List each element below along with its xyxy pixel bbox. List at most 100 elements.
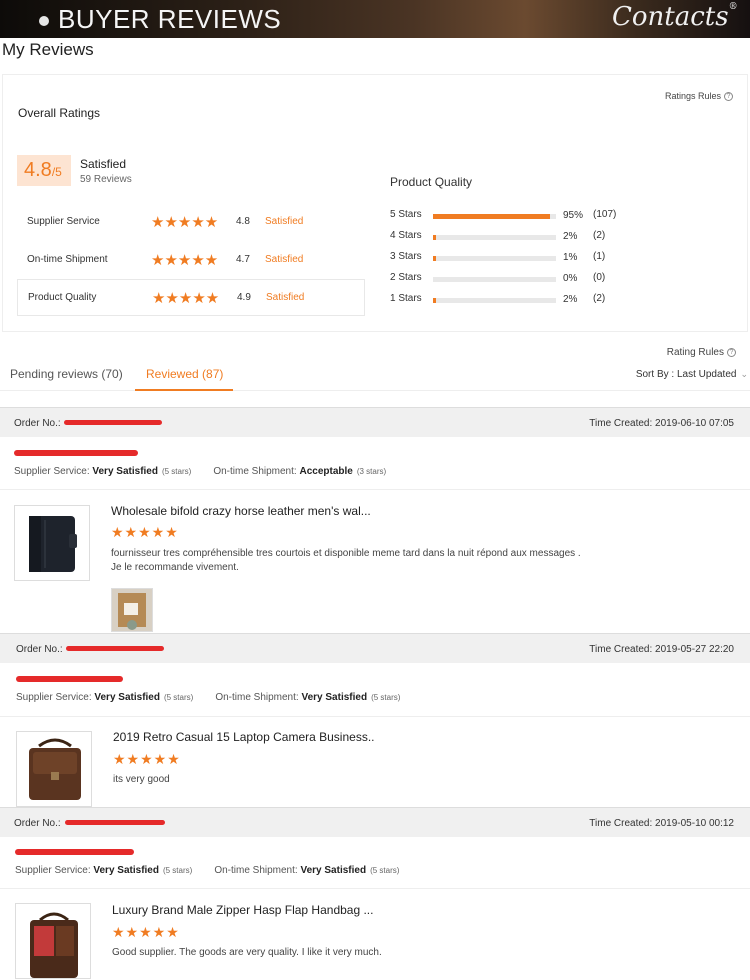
product-quality-heading: Product Quality	[390, 175, 473, 189]
distribution-count: (2)	[593, 293, 606, 304]
brand-logo: Contacts®	[612, 2, 738, 32]
active-tab-indicator	[135, 389, 233, 391]
product-star-rating: ★★★★★	[112, 924, 180, 940]
star-rating: ★★★★★	[152, 290, 220, 307]
time-created: Time Created: 2019-05-10 00:12	[589, 818, 734, 829]
tab-pending-reviews[interactable]: Pending reviews (70)	[10, 367, 123, 381]
time-created: Time Created: 2019-06-10 07:05	[589, 418, 734, 429]
overall-status: Satisfied	[80, 157, 127, 171]
order-ratings: Supplier Service: Very Satisfied (5 stars…	[15, 865, 400, 876]
reviews-count: 59 Reviews	[80, 174, 132, 185]
distribution-bar-fill	[433, 214, 550, 219]
review-text: fournisseur tres compréhensible tres cou…	[111, 548, 581, 573]
product-thumbnail[interactable]	[14, 505, 90, 581]
page-title: My Reviews	[2, 40, 94, 59]
help-icon[interactable]: ?	[724, 92, 733, 102]
product-title-link[interactable]: Luxury Brand Male Zipper Hasp Flap Handb…	[112, 903, 373, 917]
rating-status: Satisfied	[266, 292, 305, 303]
review-photo-image	[112, 589, 152, 631]
product-thumbnail[interactable]	[16, 731, 92, 807]
order-number-label: Order No.:	[14, 418, 61, 429]
star-level-label: 2 Stars	[390, 272, 422, 283]
ratings-summary-card: Overall Ratings Ratings Rules? 4.8/5 Sat…	[2, 74, 748, 332]
distribution-bar-fill	[433, 235, 436, 240]
bullet-icon	[39, 16, 49, 26]
star-level-label: 1 Stars	[390, 293, 422, 304]
rating-status: Satisfied	[265, 216, 304, 227]
distribution-bar-track	[433, 277, 556, 282]
order-header: Order No.: Time Created: 2019-05-10 00:1…	[0, 807, 750, 837]
star-level-label: 4 Stars	[390, 230, 422, 241]
order-number-label: Order No.:	[16, 644, 63, 655]
rating-row-product-quality[interactable]: Product Quality ★★★★★ 4.9 Satisfied	[17, 279, 365, 316]
star-level-label: 3 Stars	[390, 251, 422, 262]
star-rating: ★★★★★	[151, 214, 219, 231]
star-rating: ★★★★★	[151, 252, 219, 269]
quality-distribution-row: 2 Stars 0% (0)	[390, 272, 630, 286]
rating-label: Supplier Service	[27, 216, 100, 227]
order-ratings: Supplier Service: Very Satisfied (5 stars…	[14, 466, 387, 477]
product-thumbnail[interactable]	[15, 903, 91, 979]
overall-score-badge: 4.8/5	[17, 155, 71, 186]
redacted-buyer-name	[14, 450, 138, 456]
banner-title: BUYER REVIEWS	[58, 4, 282, 34]
rating-row-ontime-shipment: On-time Shipment ★★★★★ 4.7 Satisfied	[17, 242, 365, 279]
distribution-percent: 2%	[563, 231, 578, 242]
quality-distribution-row: 3 Stars 1% (1)	[390, 251, 630, 265]
rating-value: 4.9	[237, 292, 251, 303]
distribution-percent: 2%	[563, 294, 578, 305]
review-tabs: Pending reviews (70) Reviewed (87) Sort …	[0, 360, 750, 391]
distribution-count: (1)	[593, 251, 606, 262]
product-star-rating: ★★★★★	[113, 751, 181, 767]
order-ratings: Supplier Service: Very Satisfied (5 stars…	[16, 692, 401, 703]
redacted-order-number	[64, 420, 162, 425]
distribution-count: (2)	[593, 230, 606, 241]
distribution-percent: 1%	[563, 252, 578, 263]
distribution-bar-fill	[433, 298, 436, 303]
rating-value: 4.8	[236, 216, 250, 227]
time-created: Time Created: 2019-05-27 22:20	[589, 644, 734, 655]
redacted-order-number	[66, 646, 164, 651]
distribution-bar-track	[433, 235, 556, 240]
redacted-buyer-name	[16, 676, 123, 682]
product-title-link[interactable]: Wholesale bifold crazy horse leather men…	[111, 504, 371, 518]
divider	[0, 489, 750, 490]
divider	[0, 716, 750, 717]
review-text: its very good	[113, 774, 170, 785]
help-icon[interactable]: ?	[727, 347, 736, 357]
star-level-label: 5 Stars	[390, 209, 422, 220]
header-banner: BUYER REVIEWS Contacts®	[0, 0, 750, 38]
chevron-down-icon: ⌄	[740, 369, 748, 379]
distribution-count: (107)	[593, 209, 617, 220]
redacted-buyer-name	[15, 849, 134, 855]
redacted-order-number	[65, 820, 165, 825]
overall-ratings-heading: Overall Ratings	[18, 106, 101, 120]
rating-rules-link[interactable]: Rating Rules?	[667, 347, 736, 358]
divider	[0, 888, 750, 889]
product-title-link[interactable]: 2019 Retro Casual 15 Laptop Camera Busin…	[113, 730, 375, 744]
quality-distribution-row: 5 Stars 95% (107)	[390, 209, 630, 223]
review-text: Good supplier. The goods are very qualit…	[112, 947, 382, 958]
review-photo[interactable]	[111, 588, 153, 632]
distribution-count: (0)	[593, 272, 606, 283]
distribution-bar-fill	[433, 256, 436, 261]
tab-reviewed[interactable]: Reviewed (87)	[146, 367, 223, 381]
distribution-bar-track	[433, 298, 556, 303]
distribution-bar-track	[433, 256, 556, 261]
rating-row-supplier-service: Supplier Service ★★★★★ 4.8 Satisfied	[17, 204, 365, 241]
order-number-label: Order No.:	[14, 818, 61, 829]
order-header: Order No.: Time Created: 2019-05-27 22:2…	[0, 633, 750, 663]
distribution-bar-track	[433, 214, 556, 219]
distribution-percent: 95%	[563, 210, 584, 221]
order-header: Order No.: Time Created: 2019-06-10 07:0…	[0, 407, 750, 437]
quality-distribution-row: 1 Stars 2% (2)	[390, 293, 630, 307]
rating-label: On-time Shipment	[27, 254, 108, 265]
wallet-image	[29, 516, 77, 572]
messenger-bag-image	[29, 738, 81, 800]
rating-status: Satisfied	[265, 254, 304, 265]
quality-distribution-row: 4 Stars 2% (2)	[390, 230, 630, 244]
ratings-rules-link[interactable]: Ratings Rules?	[665, 91, 733, 102]
distribution-percent: 0%	[563, 273, 578, 284]
rating-label: Product Quality	[28, 292, 97, 303]
sort-dropdown[interactable]: Sort By : Last Updated ⌄	[636, 369, 748, 380]
